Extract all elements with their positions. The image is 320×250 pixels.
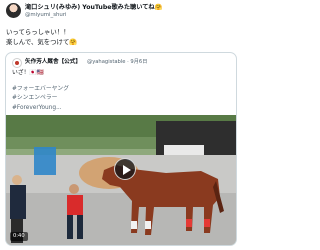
play-button[interactable] [114,158,136,180]
post: 滝口シュリ(みゆみ) YouTube歌みた聴いてね🤗 @miyumi_shuri… [0,0,242,250]
quoted-author-name[interactable]: 矢作芳人厩舎【公式】 [25,58,81,67]
quoted-post-text: いざ！🇯🇵🇺🇸 [12,70,44,76]
post-text: いってらっしゃい！！ 楽しんで、気をつけて🤗 [6,28,78,46]
author-handle[interactable]: @miyumi_shuri [25,11,67,19]
author-avatar[interactable] [6,3,21,18]
video-scene [6,115,236,245]
quoted-post-hashtags[interactable]: #フォーエバーヤング #シンエンペラー #ForeverYoung... [12,85,232,113]
video-duration: 0:40 [10,232,28,241]
quoted-author-avatar[interactable] [12,58,22,68]
quoted-author-handle-date[interactable]: @yahagistable · 9月6日 [87,58,147,67]
quoted-post[interactable]: 矢作芳人厩舎【公式】 @yahagistable · 9月6日 いざ！🇯🇵🇺🇸 … [5,52,237,246]
video-thumbnail[interactable] [6,115,236,245]
